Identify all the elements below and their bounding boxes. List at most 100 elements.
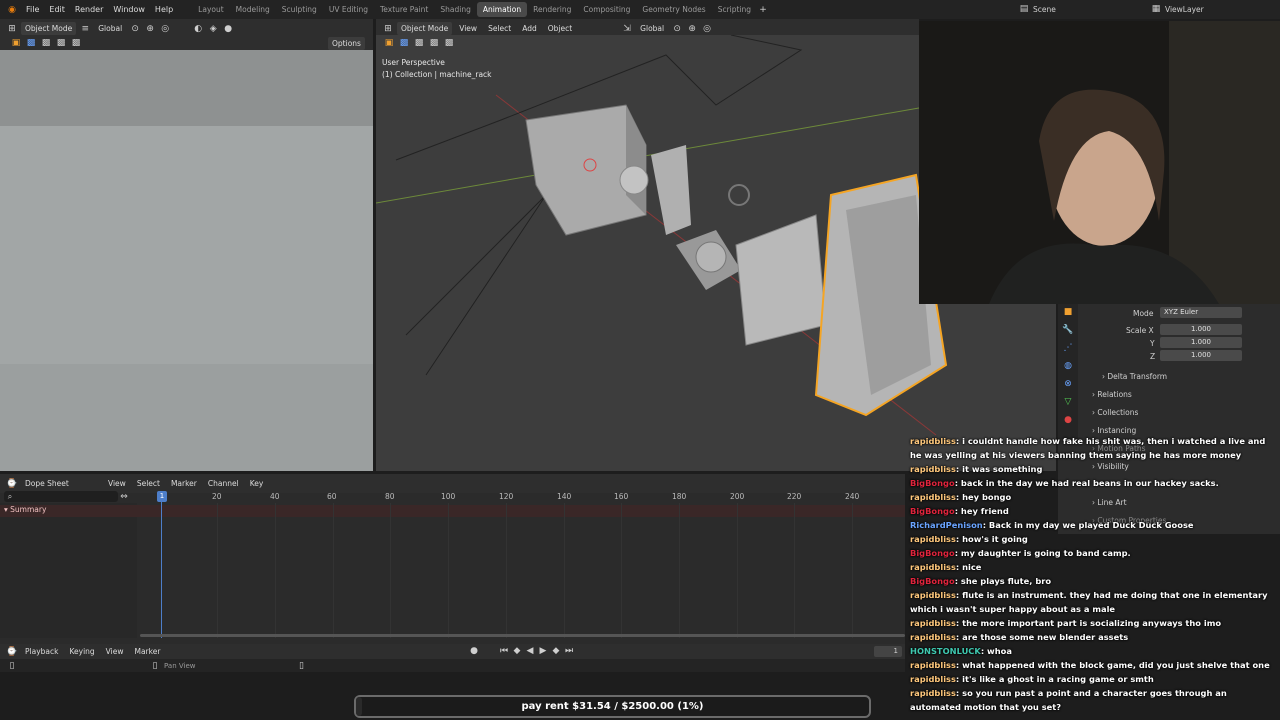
tab-compositing[interactable]: Compositing [577, 2, 636, 17]
viewport-menu-add[interactable]: Add [518, 22, 541, 35]
viewport-orientation-dropdown[interactable]: Global [636, 22, 668, 35]
viewport-proportional-icon[interactable]: ◎ [701, 23, 713, 35]
viewport-editor-type-icon[interactable]: ⊞ [382, 23, 394, 35]
chat-username: rapidbliss [910, 590, 956, 600]
ds-menu-select[interactable]: Select [133, 477, 164, 490]
select-extend-icon[interactable]: ▩ [40, 37, 52, 49]
jump-start-icon[interactable]: ⏮ [498, 645, 510, 657]
viewport-menu-select[interactable]: Select [484, 22, 515, 35]
constraints-props-icon[interactable]: ⊗ [1062, 378, 1074, 390]
menu-help[interactable]: Help [150, 5, 178, 14]
dope-sheet-scrollbar[interactable] [140, 634, 905, 637]
select-invert-icon[interactable]: ▩ [70, 37, 82, 49]
vp-select-tool-icon[interactable]: ▣ [383, 37, 395, 49]
scene-name[interactable]: Scene [1033, 5, 1056, 14]
delta-transform-panel[interactable]: › Delta Transform [1102, 372, 1167, 381]
viewport-menu-view[interactable]: View [455, 22, 481, 35]
viewport-mode-dropdown[interactable]: Object Mode [397, 22, 453, 35]
vp-select-invert-icon[interactable]: ▩ [443, 37, 455, 49]
keying-dropdown[interactable]: Keying [65, 645, 98, 658]
overlay-icon[interactable]: ◈ [207, 23, 219, 35]
ds-menu-key[interactable]: Key [246, 477, 268, 490]
summary-row[interactable] [0, 505, 905, 517]
tab-rendering[interactable]: Rendering [527, 2, 577, 17]
channel-list [0, 503, 137, 638]
tab-layout[interactable]: Layout [192, 2, 230, 17]
next-keyframe-icon[interactable]: ◆ [550, 645, 562, 657]
view-layer-icon: ▦ [1151, 4, 1161, 14]
view-layer-selector[interactable]: ▦ ViewLayer [1150, 3, 1204, 15]
play-reverse-icon[interactable]: ◀ [524, 645, 536, 657]
timeline-menu-marker[interactable]: Marker [130, 645, 164, 658]
particles-props-icon[interactable]: ⋰ [1062, 342, 1074, 354]
ds-menu-channel[interactable]: Channel [204, 477, 243, 490]
dope-sheet-editor-icon[interactable]: ⌚ [6, 478, 18, 490]
scale-x-field[interactable]: 1.000 [1160, 324, 1242, 335]
channel-search-input[interactable]: ⌕ [4, 491, 118, 502]
add-workspace-icon[interactable]: + [757, 4, 769, 16]
swap-icon[interactable]: ⇔ [118, 491, 130, 503]
data-props-icon[interactable]: ▽ [1062, 396, 1074, 408]
timeline-menu-view[interactable]: View [102, 645, 128, 658]
tab-sculpting[interactable]: Sculpting [276, 2, 323, 17]
relations-panel[interactable]: › Relations [1092, 390, 1132, 399]
visibility-icon[interactable]: ◐ [192, 23, 204, 35]
menu-edit[interactable]: Edit [44, 5, 70, 14]
left-mode-dropdown[interactable]: Object Mode [21, 22, 77, 35]
collections-panel[interactable]: › Collections [1092, 408, 1138, 417]
physics-props-icon[interactable]: ◍ [1062, 360, 1074, 372]
object-props-icon[interactable]: ■ [1062, 306, 1074, 318]
viewport-snap-icon[interactable]: ⊕ [686, 23, 698, 35]
vp-select-extend-icon[interactable]: ▩ [413, 37, 425, 49]
timeline-editor-icon[interactable]: ⌚ [6, 646, 18, 658]
tab-modeling[interactable]: Modeling [230, 2, 276, 17]
play-icon[interactable]: ▶ [537, 645, 549, 657]
viewport-menu-object[interactable]: Object [544, 22, 576, 35]
snap-icon[interactable]: ⊕ [144, 23, 156, 35]
scale-y-field[interactable]: 1.000 [1160, 337, 1242, 348]
view-layer-name[interactable]: ViewLayer [1165, 5, 1204, 14]
select-mode-icon[interactable]: ▩ [25, 37, 37, 49]
select-subtract-icon[interactable]: ▩ [55, 37, 67, 49]
menu-file[interactable]: File [21, 5, 44, 14]
prev-keyframe-icon[interactable]: ◆ [511, 645, 523, 657]
jump-end-icon[interactable]: ⏭ [563, 645, 575, 657]
scale-z-field[interactable]: 1.000 [1160, 350, 1242, 361]
tab-shading[interactable]: Shading [434, 2, 476, 17]
current-frame-field[interactable]: 1 [874, 646, 902, 657]
viewport-transform-icon[interactable]: ⇲ [621, 23, 633, 35]
record-icon[interactable]: ● [468, 645, 480, 657]
playback-dropdown[interactable]: Playback [21, 645, 62, 658]
summary-label[interactable]: ▾ Summary [4, 505, 46, 514]
chat-username: rapidbliss [910, 464, 956, 474]
vp-select-mode-icon[interactable]: ▩ [398, 37, 410, 49]
editor-type-icon[interactable]: ⊞ [6, 23, 18, 35]
select-tool-icon[interactable]: ▣ [10, 37, 22, 49]
options-dropdown[interactable]: Options [328, 37, 365, 50]
proportional-edit-icon[interactable]: ◎ [159, 23, 171, 35]
tab-uv-editing[interactable]: UV Editing [323, 2, 374, 17]
shading-icon[interactable]: ● [222, 23, 234, 35]
ds-menu-marker[interactable]: Marker [167, 477, 201, 490]
modifier-props-icon[interactable]: 🔧 [1062, 324, 1074, 336]
viewport-pivot-icon[interactable]: ⊙ [671, 23, 683, 35]
tab-geometry-nodes[interactable]: Geometry Nodes [636, 2, 711, 17]
hamburger-icon[interactable]: ≡ [79, 23, 91, 35]
gridline [506, 503, 507, 638]
left-orientation-dropdown[interactable]: Global [94, 22, 126, 35]
tab-animation[interactable]: Animation [476, 2, 528, 17]
dope-sheet-mode-dropdown[interactable]: Dope Sheet [21, 477, 101, 490]
tab-scripting[interactable]: Scripting [712, 2, 757, 17]
blender-logo-icon[interactable]: ◉ [6, 4, 18, 16]
rotation-mode-dropdown[interactable]: XYZ Euler [1160, 307, 1242, 318]
menu-window[interactable]: Window [108, 5, 150, 14]
menu-render[interactable]: Render [70, 5, 108, 14]
scene-selector[interactable]: ▤ Scene [1018, 3, 1056, 15]
material-props-icon[interactable]: ● [1062, 414, 1074, 426]
tab-texture-paint[interactable]: Texture Paint [374, 2, 434, 17]
vp-select-subtract-icon[interactable]: ▩ [428, 37, 440, 49]
playhead[interactable]: 1 [157, 491, 167, 502]
frame-ruler[interactable]: 20 40 60 80 100 120 140 160 180 200 220 … [137, 490, 905, 504]
pivot-icon[interactable]: ⊙ [129, 23, 141, 35]
ds-menu-view[interactable]: View [104, 477, 130, 490]
